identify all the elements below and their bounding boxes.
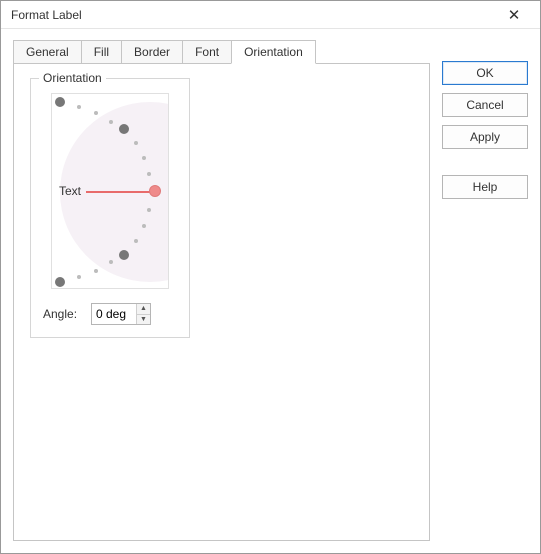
tab-strip: General Fill Border Font Orientation (13, 39, 430, 63)
tab-area: General Fill Border Font Orientation Ori… (13, 39, 430, 541)
tab-general[interactable]: General (13, 40, 82, 63)
dial-snap-90[interactable] (55, 97, 65, 107)
tab-orientation[interactable]: Orientation (231, 40, 316, 64)
orientation-dial[interactable]: Text (51, 93, 169, 289)
dial-text-label: Text (59, 184, 81, 198)
apply-button[interactable]: Apply (442, 125, 528, 149)
button-spacer (442, 157, 528, 167)
tab-fill[interactable]: Fill (81, 40, 122, 63)
dial-snap-0[interactable] (149, 185, 161, 197)
dial-tick (77, 275, 81, 279)
dial-tick (142, 156, 146, 160)
dial-tick (147, 208, 151, 212)
tab-font[interactable]: Font (182, 40, 232, 63)
dial-tick (147, 172, 151, 176)
tab-border[interactable]: Border (121, 40, 183, 63)
dial-tick (109, 260, 113, 264)
orientation-group: Orientation Text (30, 78, 190, 338)
angle-spin-buttons: ▲ ▼ (136, 304, 150, 324)
dial-tick (94, 269, 98, 273)
angle-spin-up-icon[interactable]: ▲ (137, 304, 150, 315)
dial-tick (142, 224, 146, 228)
orientation-group-label: Orientation (39, 71, 106, 85)
content-area: General Fill Border Font Orientation Ori… (1, 29, 540, 553)
close-icon[interactable]: ✕ (494, 1, 534, 28)
dial-tick (134, 239, 138, 243)
cancel-button[interactable]: Cancel (442, 93, 528, 117)
window-title: Format Label (11, 8, 494, 22)
dial-tick (134, 141, 138, 145)
dial-snap-n90[interactable] (55, 277, 65, 287)
dial-snap-45[interactable] (119, 124, 129, 134)
button-column: OK Cancel Apply Help (442, 39, 528, 541)
ok-button[interactable]: OK (442, 61, 528, 85)
dial-tick (94, 111, 98, 115)
dial-snap-n45[interactable] (119, 250, 129, 260)
angle-input[interactable] (92, 304, 136, 324)
angle-row: Angle: ▲ ▼ (43, 303, 177, 325)
dial-needle (86, 191, 156, 193)
angle-spinner: ▲ ▼ (91, 303, 151, 325)
tab-panel-orientation: Orientation Text (13, 63, 430, 541)
dial-tick (77, 105, 81, 109)
help-button[interactable]: Help (442, 175, 528, 199)
angle-label: Angle: (43, 307, 91, 321)
angle-spin-down-icon[interactable]: ▼ (137, 315, 150, 325)
title-bar: Format Label ✕ (1, 1, 540, 29)
dial-tick (109, 120, 113, 124)
